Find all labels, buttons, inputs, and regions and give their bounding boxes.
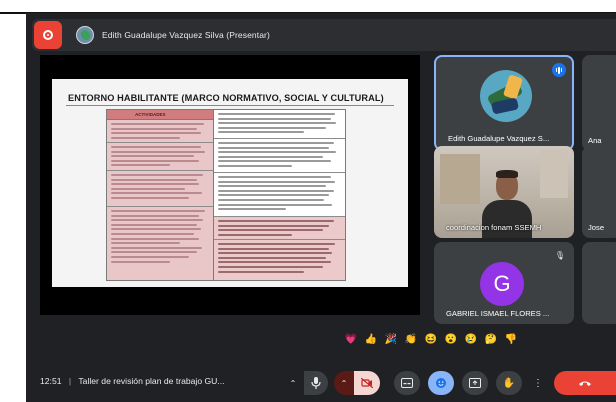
table-cell-text [111, 174, 209, 202]
presenter-label: Edith Guadalupe Vazquez Silva (Presentar… [102, 30, 270, 40]
separator: | [68, 376, 72, 386]
end-call-icon [579, 381, 591, 386]
shared-screen[interactable]: ENTORNO HABILITANTE (MARCO NORMATIVO, SO… [40, 55, 420, 315]
browser-top-edge [0, 0, 616, 14]
video-options-button[interactable]: ⌃ [334, 371, 354, 395]
table-cell-text [218, 113, 341, 136]
raise-hand-button[interactable]: ✋ [496, 371, 522, 395]
participant-tile-edith[interactable]: Edith Guadalupe Vazquez S... [434, 55, 574, 151]
slide-table: ACTIVIDADES [106, 109, 346, 281]
control-bar: 12:51 | Taller de revisión plan de traba… [26, 361, 616, 402]
surprised-reaction-icon[interactable]: 😮 [444, 333, 458, 347]
emoji-icon [436, 378, 446, 388]
audio-options-button[interactable]: ⌃ [282, 371, 304, 395]
thumbs-down-reaction-icon[interactable]: 👎 [504, 333, 518, 347]
screen: Edith Guadalupe Vazquez Silva (Presentar… [0, 0, 616, 402]
camera-button[interactable] [354, 371, 380, 395]
party-reaction-icon[interactable]: 🎉 [384, 333, 398, 347]
captions-icon [401, 378, 413, 388]
heart-reaction-icon[interactable]: 💗 [344, 333, 358, 347]
present-button[interactable] [462, 371, 488, 395]
meet-window: Edith Guadalupe Vazquez Silva (Presentar… [26, 13, 616, 402]
mic-button[interactable] [304, 371, 328, 395]
participant-avatar: G [480, 262, 524, 306]
table-highlight-row [214, 239, 345, 280]
table-header-label: ACTIVIDADES [135, 112, 166, 117]
table-cell-text [111, 123, 209, 141]
participant-avatar [480, 70, 532, 122]
more-icon: ⋮ [533, 377, 543, 389]
table-cell-text [111, 210, 209, 265]
participant-tile-gabriel[interactable]: G 🎙 GABRIEL ISMAEL FLORES ... [434, 242, 574, 324]
participant-name: Edith Guadalupe Vazquez S... [448, 134, 550, 143]
table-highlight-row [214, 216, 345, 239]
mic-icon [311, 377, 321, 389]
clap-reaction-icon[interactable]: 👏 [404, 333, 418, 347]
more-options-button[interactable]: ⋮ [530, 371, 546, 395]
record-icon [43, 30, 53, 40]
thinking-reaction-icon[interactable]: 🤔 [484, 333, 498, 347]
meeting-time: 12:51 [40, 376, 62, 386]
mic-off-icon: 🎙 [554, 251, 566, 260]
captions-button[interactable] [394, 371, 420, 395]
table-cell-text [218, 142, 341, 170]
present-icon [469, 378, 481, 388]
leave-call-button[interactable] [554, 371, 616, 395]
table-cell-text [218, 176, 341, 213]
laugh-reaction-icon[interactable]: 😆 [424, 333, 438, 347]
chevron-up-icon: ⌃ [289, 378, 297, 388]
presenter-avatar [76, 26, 94, 44]
participant-name: Jose [588, 223, 605, 232]
participant-tile-coordinacion[interactable]: coordinacion fonam SSEMH [434, 146, 574, 238]
presenter-bar: Edith Guadalupe Vazquez Silva (Presentar… [32, 19, 616, 51]
thumbs-up-reaction-icon[interactable]: 👍 [364, 333, 378, 347]
emoji-button[interactable] [428, 371, 454, 395]
sad-reaction-icon[interactable]: 😢 [464, 333, 478, 347]
reaction-bar: 💗 👍 🎉 👏 😆 😮 😢 🤔 👎 [344, 330, 518, 350]
participant-name: Ana [588, 136, 602, 145]
table-column-details [214, 110, 345, 280]
presentation-slide: ENTORNO HABILITANTE (MARCO NORMATIVO, SO… [52, 79, 408, 287]
meeting-title: Taller de revisión plan de trabajo GU... [78, 376, 225, 386]
participant-tile-ana[interactable]: Ana [582, 55, 616, 151]
raise-hand-icon: ✋ [502, 377, 516, 389]
participant-tile-overflow[interactable] [582, 242, 616, 324]
slide-title: ENTORNO HABILITANTE (MARCO NORMATIVO, SO… [68, 93, 384, 103]
participant-name: coordinacion fonam SSEMH [446, 223, 542, 232]
table-column-activities: ACTIVIDADES [107, 110, 214, 280]
speaking-indicator-icon [552, 63, 566, 77]
record-button[interactable] [34, 21, 62, 49]
meeting-info: 12:51 | Taller de revisión plan de traba… [40, 376, 225, 386]
chevron-up-icon: ⌃ [340, 378, 348, 388]
table-header: ACTIVIDADES [107, 110, 213, 120]
slide-divider [66, 105, 394, 106]
participant-tile-jose[interactable]: Jose [582, 146, 616, 238]
table-cell-text [111, 146, 209, 169]
participant-name: GABRIEL ISMAEL FLORES ... [446, 309, 550, 318]
camera-off-icon [361, 378, 373, 388]
